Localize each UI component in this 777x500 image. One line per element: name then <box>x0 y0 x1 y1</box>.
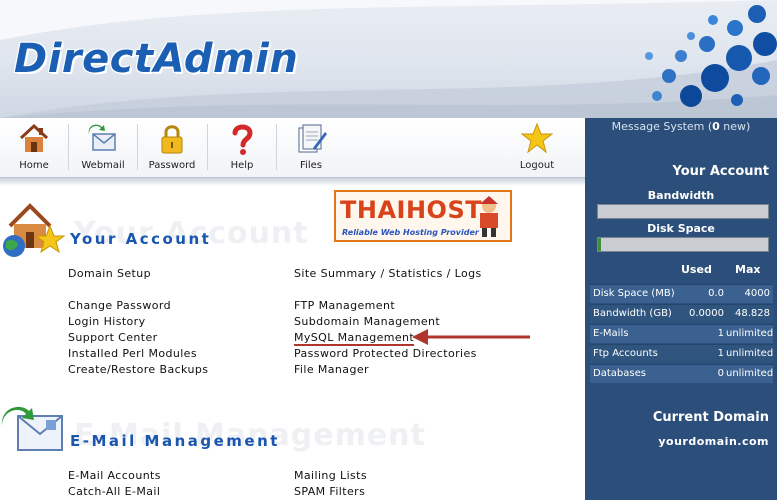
link-mailing-lists[interactable]: Mailing Lists <box>294 469 367 482</box>
help-icon <box>232 124 253 155</box>
home-icon <box>19 123 49 152</box>
column-max-header: Max <box>735 263 761 276</box>
header: DirectAdmin <box>0 0 777 118</box>
diskspace-meter <box>597 237 769 252</box>
lock-icon <box>161 125 183 154</box>
diskspace-meter-fill <box>598 238 601 251</box>
usage-row-label: Disk Space (MB) <box>593 288 675 299</box>
bandwidth-label: Bandwidth <box>647 189 715 202</box>
usage-row-emails: E-Mails 1 unlimited <box>590 324 773 343</box>
account-section-title: Your Account <box>70 230 212 248</box>
usage-row-label: E-Mails <box>593 328 629 339</box>
thaihost-banner[interactable]: THAIHOST Reliable Web Hosting Provider <box>334 190 512 242</box>
link-site-summary[interactable]: Site Summary / Statistics / Logs <box>294 267 482 280</box>
link-ftp-management[interactable]: FTP Management <box>294 299 395 312</box>
usage-row-max: 4000 <box>744 288 770 299</box>
toolbar-separator <box>276 124 277 170</box>
usage-row-label: Databases <box>593 368 646 379</box>
account-section-icon <box>3 203 66 257</box>
toolbar-logout-label: Logout <box>519 160 555 171</box>
usage-row-max: unlimited <box>726 348 774 359</box>
webmail-icon <box>88 124 116 151</box>
link-subdomain-management[interactable]: Subdomain Management <box>294 315 440 328</box>
link-file-manager[interactable]: File Manager <box>294 363 369 376</box>
usage-row-label: Bandwidth (GB) <box>593 308 672 319</box>
star-icon <box>521 122 553 154</box>
toolbar-shadow <box>0 178 585 186</box>
usage-row-bandwidth: Bandwidth (GB) 0.0000 48.828 <box>590 304 773 323</box>
toolbar-separator <box>137 124 138 170</box>
bandwidth-meter <box>597 204 769 219</box>
usage-row-max: 48.828 <box>735 308 770 319</box>
link-login-history[interactable]: Login History <box>68 315 146 328</box>
account-panel: Message System (0 new) Your Account Band… <box>585 118 777 500</box>
usage-row-label: Ftp Accounts <box>593 348 658 359</box>
link-create-restore-backups[interactable]: Create/Restore Backups <box>68 363 208 376</box>
mascot-icon <box>480 196 498 237</box>
link-catch-all-email[interactable]: Catch-All E-Mail <box>68 485 160 498</box>
toolbar-password-label: Password <box>148 160 196 171</box>
toolbar-help[interactable]: Help <box>210 118 274 176</box>
toolbar-home-label: Home <box>19 160 49 171</box>
column-used-header: Used <box>681 263 712 276</box>
link-support-center[interactable]: Support Center <box>68 331 158 344</box>
usage-row-used: 0 <box>717 368 724 379</box>
link-installed-perl-modules[interactable]: Installed Perl Modules <box>68 347 197 360</box>
usage-row-used: 0.0 <box>708 288 724 299</box>
link-change-password[interactable]: Change Password <box>68 299 171 312</box>
banner-tagline: Reliable Web Hosting Provider <box>342 228 479 237</box>
annotation-arrow-icon <box>412 329 530 345</box>
toolbar-separator <box>207 124 208 170</box>
toolbar-logout[interactable]: Logout <box>505 118 569 176</box>
usage-row-used: 1 <box>717 348 724 359</box>
link-mysql-management[interactable]: MySQL Management <box>294 331 415 346</box>
toolbar: Home Webmail Password Help Files Logout <box>0 118 585 178</box>
usage-row-used: 0.0000 <box>689 308 724 319</box>
link-spam-filters[interactable]: SPAM Filters <box>294 485 365 498</box>
message-system-suffix: new) <box>719 120 751 133</box>
message-count: 0 <box>712 120 720 133</box>
link-password-protected-directories[interactable]: Password Protected Directories <box>294 347 477 360</box>
panel-account-heading: Your Account <box>672 164 769 179</box>
current-domain-value[interactable]: yourdomain.com <box>658 435 769 448</box>
email-section-icon <box>1 406 63 451</box>
toolbar-files-label: Files <box>300 160 322 171</box>
email-section-title: E-Mail Management <box>70 432 280 450</box>
toolbar-webmail[interactable]: Webmail <box>71 118 135 176</box>
message-system-link[interactable]: Message System (0 new) <box>585 120 777 133</box>
toolbar-home[interactable]: Home <box>2 118 66 176</box>
usage-row-databases: Databases 0 unlimited <box>590 364 773 383</box>
toolbar-webmail-label: Webmail <box>81 160 125 171</box>
link-domain-setup[interactable]: Domain Setup <box>68 267 151 280</box>
current-domain-heading: Current Domain <box>652 410 769 425</box>
toolbar-help-label: Help <box>230 160 254 171</box>
decorative-dots <box>645 5 777 107</box>
message-system-prefix: Message System ( <box>611 120 713 133</box>
banner-title: THAIHOST <box>340 196 483 224</box>
link-email-accounts[interactable]: E-Mail Accounts <box>68 469 161 482</box>
usage-row-max: unlimited <box>726 368 774 379</box>
usage-row-used: 1 <box>717 328 724 339</box>
usage-row-max: unlimited <box>726 328 774 339</box>
toolbar-separator <box>68 124 69 170</box>
toolbar-password[interactable]: Password <box>140 118 204 176</box>
diskspace-label: Disk Space <box>647 222 715 235</box>
usage-row-disk-space: Disk Space (MB) 0.0 4000 <box>590 284 773 303</box>
files-icon <box>298 124 327 153</box>
directadmin-window: DirectAdmin Home Webmail Password Help F… <box>0 0 777 500</box>
toolbar-files[interactable]: Files <box>279 118 343 176</box>
directadmin-logo[interactable]: DirectAdmin <box>14 36 298 82</box>
usage-row-ftp-accounts: Ftp Accounts 1 unlimited <box>590 344 773 363</box>
